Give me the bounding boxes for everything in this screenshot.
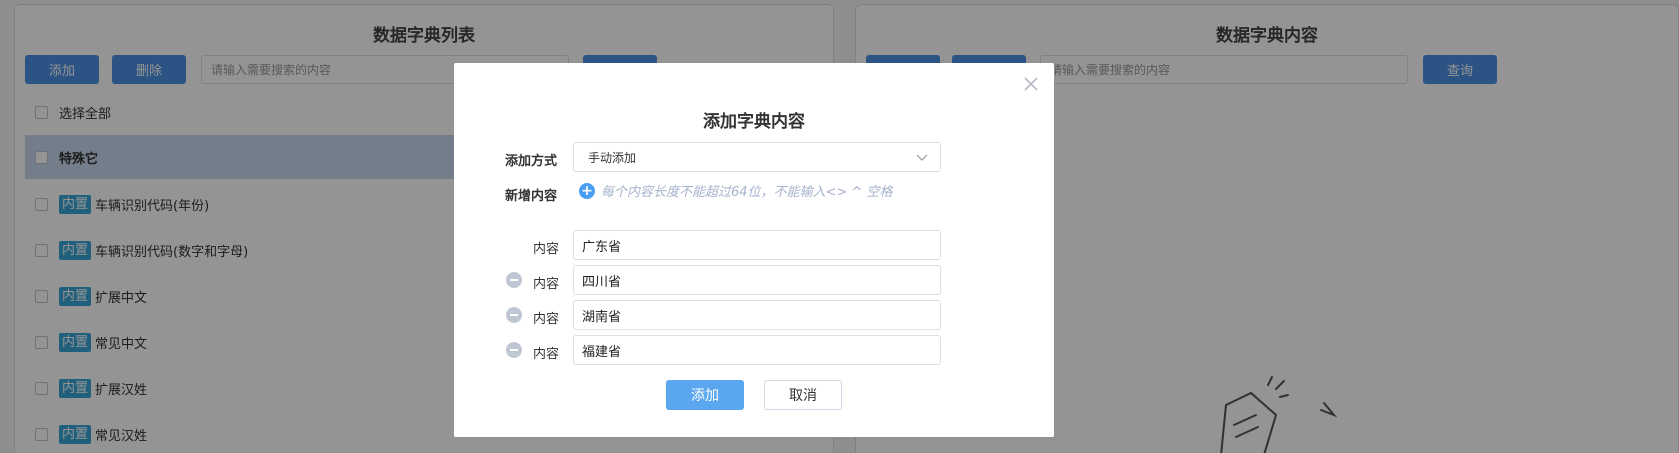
content-label: 内容 xyxy=(533,242,560,257)
chevron-down-icon xyxy=(916,154,928,161)
content-row: 内容 湖南省 xyxy=(454,300,1054,330)
content-label: 内容 xyxy=(533,312,560,327)
content-row: 内容 福建省 xyxy=(454,335,1054,365)
content-row: 内容 四川省 xyxy=(454,265,1054,295)
add-row-icon[interactable]: + xyxy=(579,182,595,199)
close-icon[interactable] xyxy=(1022,75,1040,93)
content-input[interactable]: 广东省 xyxy=(573,230,941,260)
remove-row-icon[interactable] xyxy=(506,272,522,288)
content-input[interactable]: 四川省 xyxy=(573,265,941,295)
content-label: 内容 xyxy=(533,277,560,292)
hint-text: 每个内容长度不能超过64位，不能输入<> ^ 空格 xyxy=(601,185,893,200)
content-input[interactable]: 福建省 xyxy=(573,335,941,365)
remove-row-icon[interactable] xyxy=(506,307,522,323)
method-select[interactable]: 手动添加 xyxy=(573,142,941,172)
new-content-label: 新增内容 xyxy=(505,189,558,204)
content-input[interactable]: 湖南省 xyxy=(573,300,941,330)
remove-row-icon[interactable] xyxy=(506,342,522,358)
add-dictionary-content-dialog: 添加字典内容 添加方式 手动添加 新增内容 + 每个内容长度不能超过64位，不能… xyxy=(454,63,1054,437)
cancel-button[interactable]: 取消 xyxy=(764,380,842,410)
content-label: 内容 xyxy=(533,347,560,362)
dialog-title: 添加字典内容 xyxy=(703,112,805,132)
method-select-value: 手动添加 xyxy=(588,150,637,165)
content-row: 内容 广东省 xyxy=(454,230,1054,260)
confirm-add-button[interactable]: 添加 xyxy=(666,380,744,410)
method-label: 添加方式 xyxy=(505,154,558,169)
add-content-hint: + 每个内容长度不能超过64位，不能输入<> ^ 空格 xyxy=(579,181,893,200)
